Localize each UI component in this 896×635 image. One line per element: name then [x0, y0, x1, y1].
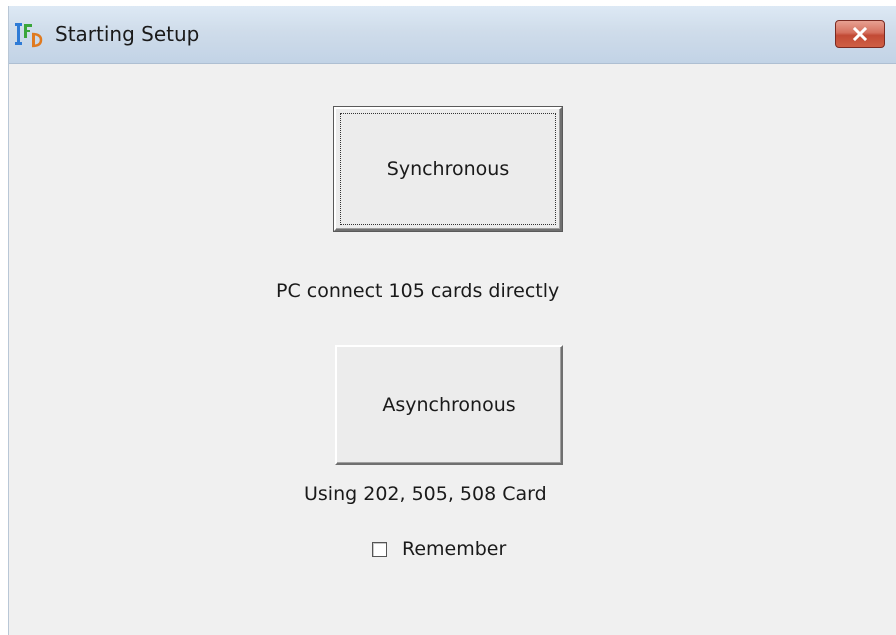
synchronous-description: PC connect 105 cards directly — [276, 280, 560, 302]
asynchronous-button[interactable]: Asynchronous — [335, 345, 563, 465]
close-button[interactable] — [835, 20, 885, 48]
asynchronous-description: Using 202, 505, 508 Card — [304, 483, 547, 505]
starting-setup-dialog: Starting Setup Synchronous PC connect 10… — [8, 6, 896, 635]
window-title: Starting Setup — [55, 22, 200, 46]
app-logo-icon — [15, 21, 43, 49]
close-icon — [852, 27, 868, 41]
focus-ring — [340, 113, 556, 225]
remember-option[interactable]: Remember — [372, 537, 506, 561]
asynchronous-button-label: Asynchronous — [382, 394, 516, 416]
synchronous-button[interactable]: Synchronous — [333, 106, 563, 232]
remember-label[interactable]: Remember — [402, 538, 506, 560]
title-bar[interactable]: Starting Setup — [9, 6, 896, 64]
remember-checkbox[interactable] — [372, 541, 387, 557]
